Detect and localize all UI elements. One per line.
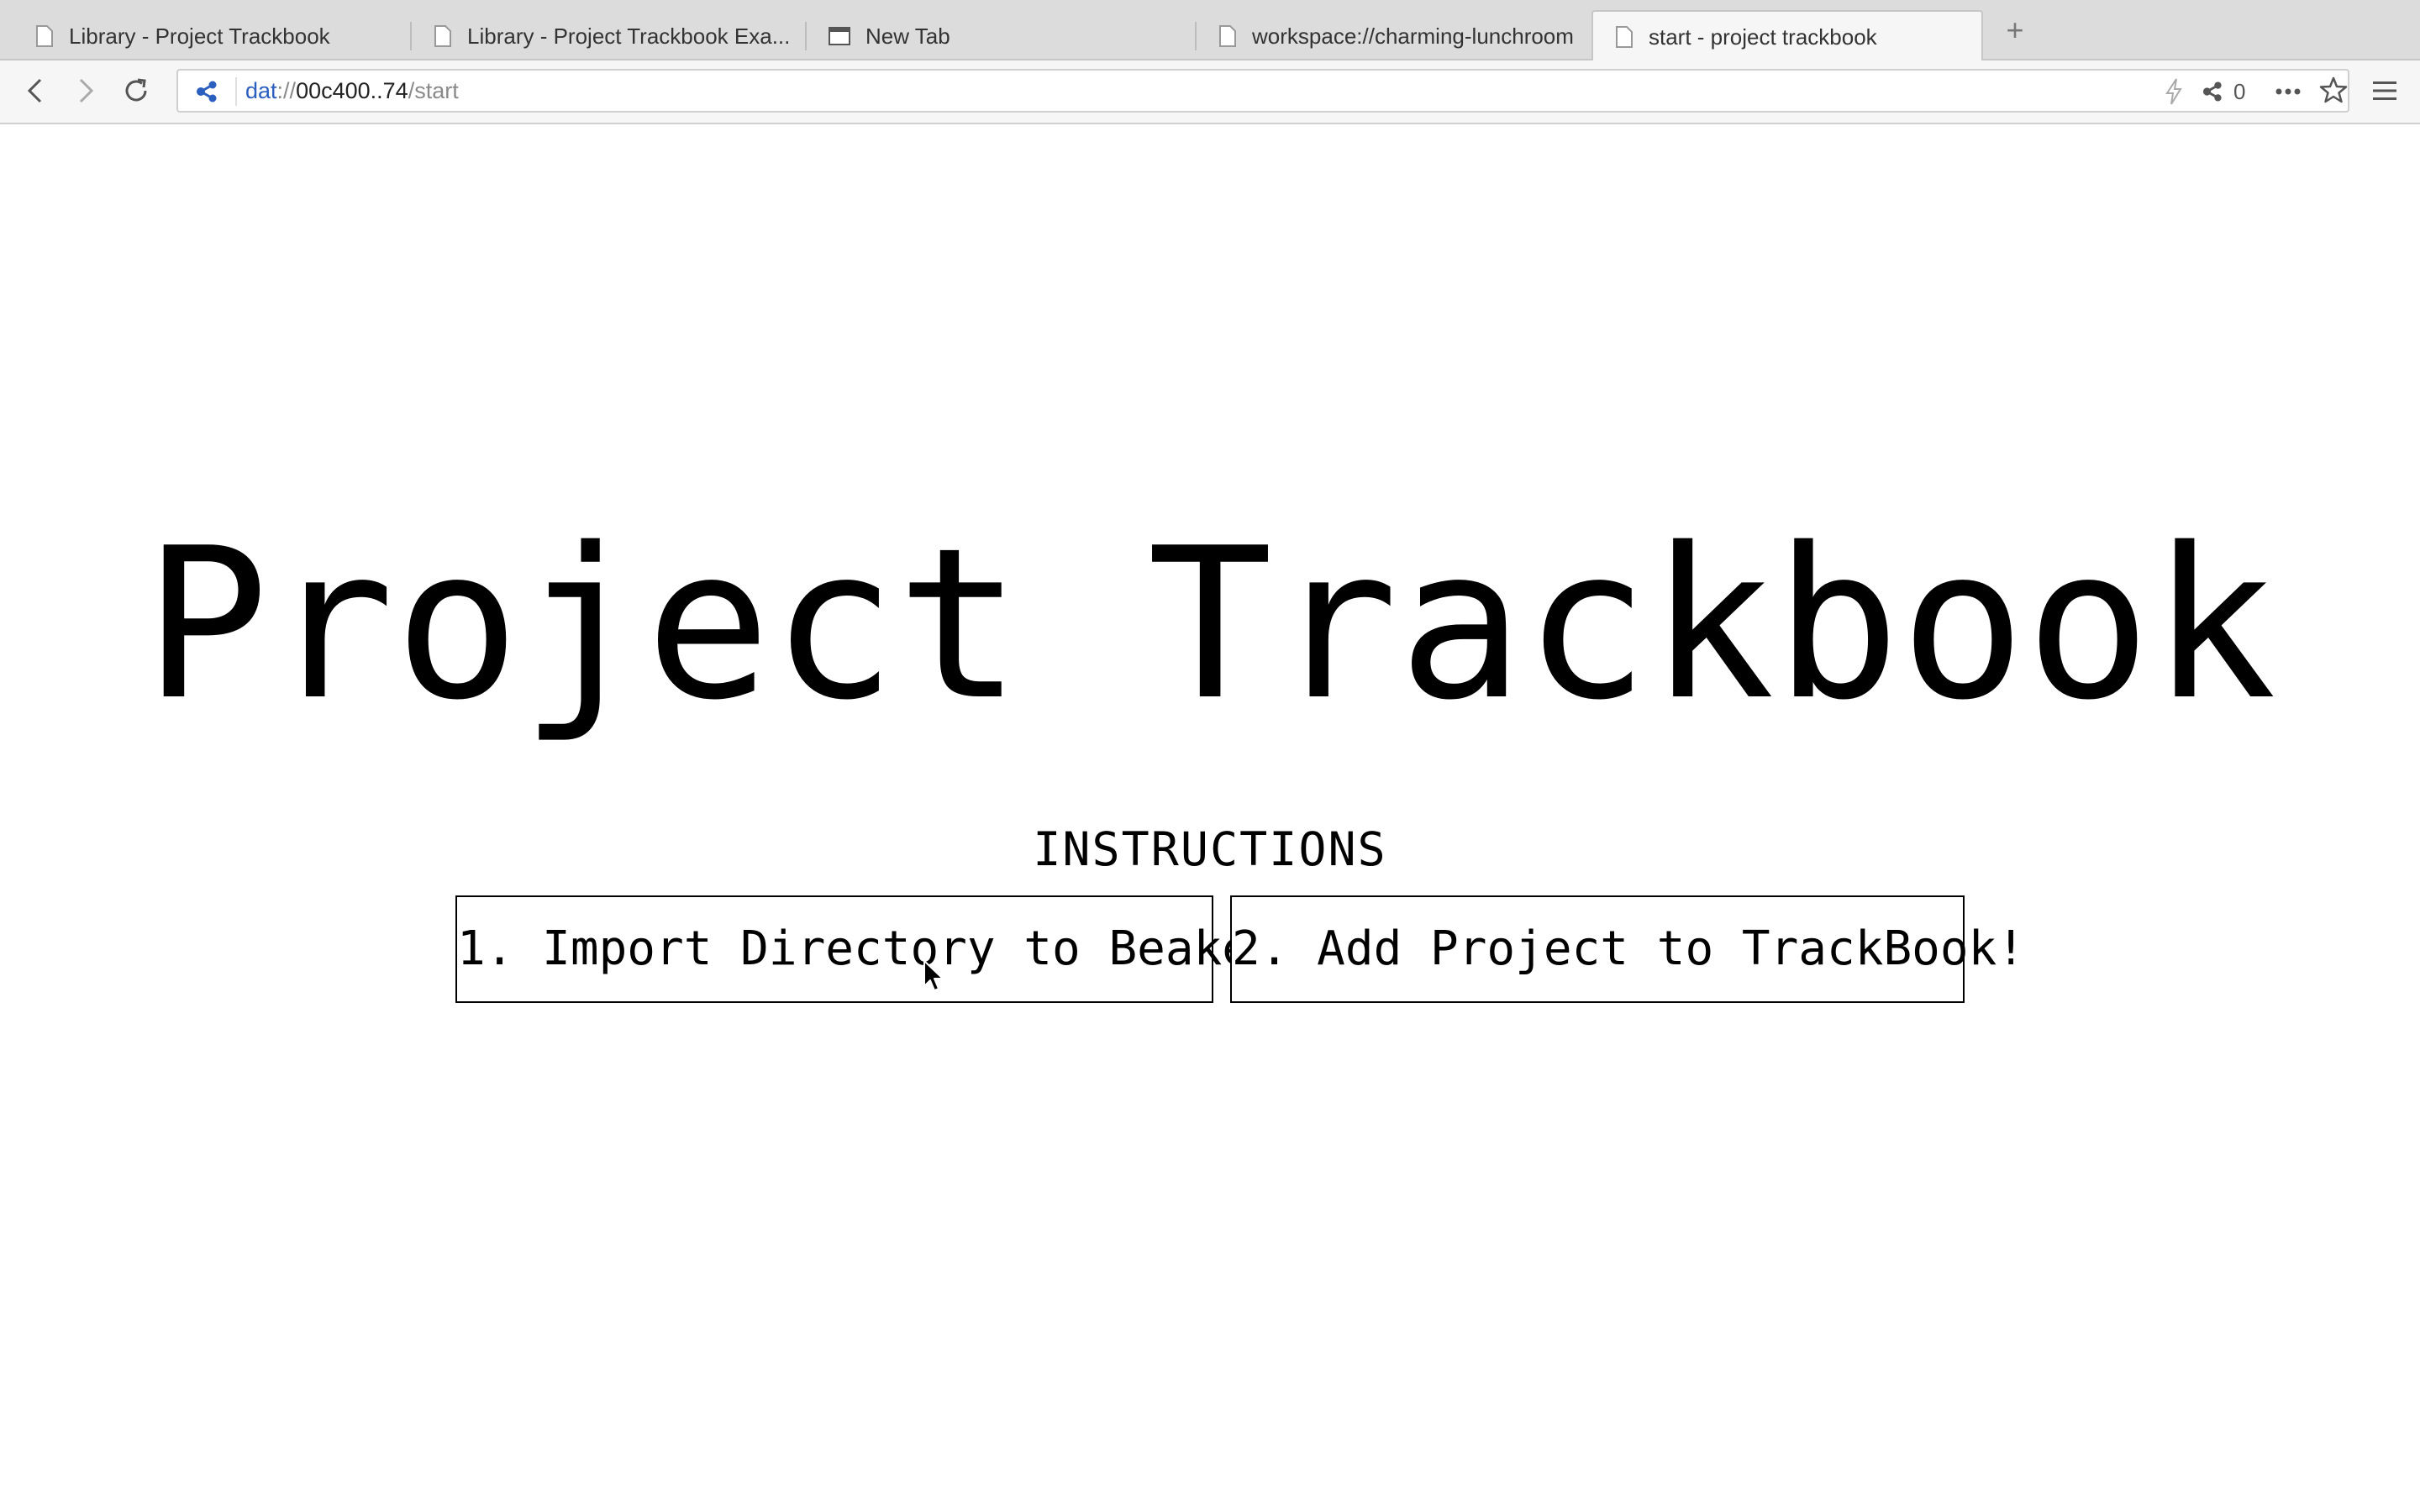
- lightning-icon: [2165, 78, 2182, 105]
- page-icon: [434, 25, 451, 47]
- lightning-button[interactable]: [2165, 78, 2183, 105]
- page-icon: [36, 25, 53, 47]
- reload-button[interactable]: [118, 72, 155, 109]
- url-divider: [235, 77, 237, 106]
- tab-library-project-trackbook[interactable]: Library - Project Trackbook: [13, 12, 412, 60]
- bookmark-button[interactable]: [2319, 76, 2348, 103]
- tab-new-tab[interactable]: New Tab: [807, 12, 1197, 60]
- add-project-button[interactable]: 2. Add Project to TrackBook!: [1230, 895, 2025, 1003]
- url-separator: ://: [276, 78, 297, 103]
- share-network-icon: [2202, 81, 2222, 102]
- peer-count: 0: [2233, 78, 2246, 104]
- instructions-heading: INSTRUCTIONS: [1033, 822, 1387, 876]
- tab-label: workspace://charming-lunchroom: [1252, 23, 1574, 49]
- reload-icon: [125, 78, 147, 102]
- tab-label: start - project trackbook: [1649, 24, 1877, 50]
- tab-library-project-trackbook-example[interactable]: Library - Project Trackbook Exa...: [412, 12, 807, 60]
- navigation-bar: dat://00c400..74/start 0: [0, 60, 2420, 124]
- url-host: 00c400..74: [296, 78, 408, 103]
- import-directory-button[interactable]: 1. Import Directory to Beaker: [455, 895, 1279, 1003]
- new-tab-button[interactable]: +: [2000, 13, 2030, 47]
- tab-bar: Library - Project Trackbook Library - Pr…: [0, 0, 2420, 62]
- tab-label: New Tab: [865, 23, 950, 49]
- forward-button[interactable]: [67, 72, 104, 109]
- page-icon: [1616, 26, 1633, 48]
- more-horizontal-icon: [2275, 88, 2301, 95]
- url-path: /start: [408, 78, 459, 103]
- chevron-left-icon: [27, 78, 42, 103]
- chevron-right-icon: [79, 78, 94, 103]
- page-icon: [1219, 25, 1236, 47]
- window-icon: [829, 27, 850, 45]
- star-icon: [2319, 76, 2348, 103]
- tab-label: Library - Project Trackbook Exa...: [467, 23, 791, 49]
- url-text[interactable]: dat://00c400..74/start: [245, 71, 459, 111]
- hamburger-menu-icon: [2373, 81, 2396, 100]
- back-button[interactable]: [17, 72, 54, 109]
- menu-button[interactable]: [2366, 72, 2403, 109]
- tab-label: Library - Project Trackbook: [69, 23, 330, 49]
- mouse-cursor-icon: [923, 960, 944, 991]
- url-protocol: dat: [245, 78, 277, 103]
- tab-start-project-trackbook[interactable]: start - project trackbook: [1591, 10, 1983, 62]
- tab-workspace-charming-lunchroom[interactable]: workspace://charming-lunchroom: [1197, 12, 1591, 60]
- more-options-button[interactable]: [2275, 79, 2301, 104]
- url-bar[interactable]: dat://00c400..74/start 0: [176, 69, 2349, 113]
- page-content: Project Trackbook INSTRUCTIONS 1. Import…: [0, 124, 2420, 1512]
- page-title: Project Trackbook: [143, 504, 2277, 746]
- peers-button[interactable]: 0: [2202, 79, 2245, 104]
- share-network-icon: [197, 81, 217, 102]
